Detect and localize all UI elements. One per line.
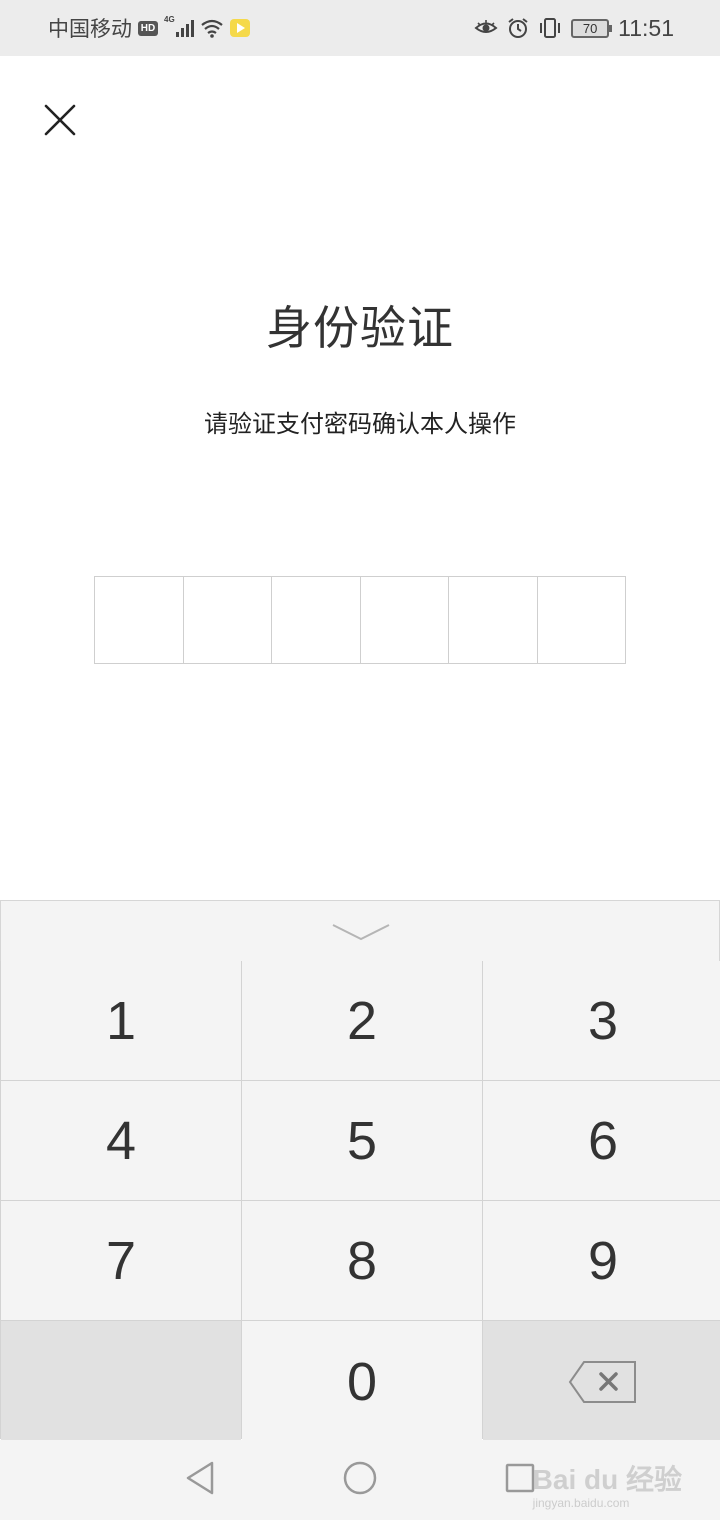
pin-digit-box[interactable] — [272, 577, 361, 663]
eye-comfort-icon — [474, 20, 498, 33]
page-subtitle: 请验证支付密码确认本人操作 — [204, 410, 516, 438]
password-input[interactable] — [94, 576, 626, 664]
carrier-name: 中国移动 — [48, 17, 132, 41]
cell-signal-icon: 4G — [164, 15, 194, 37]
key-6[interactable]: 6 — [483, 1081, 720, 1200]
backspace-icon — [568, 1360, 636, 1403]
status-bar-right: 70 11:51 — [474, 0, 674, 56]
status-bar: 中国移动 HD 4G 70 11:51 — [0, 0, 720, 56]
pin-digit-box[interactable] — [184, 577, 272, 663]
home-circle-icon[interactable] — [342, 1460, 378, 1496]
pin-digit-box[interactable] — [538, 577, 626, 663]
numeric-keypad: 1 2 3 4 5 6 7 8 9 0 — [0, 961, 720, 1442]
pin-digit-box[interactable] — [449, 577, 538, 663]
recent-square-icon[interactable] — [504, 1460, 536, 1496]
key-3[interactable]: 3 — [483, 961, 720, 1080]
pin-digit-box[interactable] — [361, 577, 449, 663]
key-0[interactable]: 0 — [242, 1321, 482, 1442]
vibrate-icon — [540, 18, 561, 38]
key-2[interactable]: 2 — [242, 961, 482, 1080]
pin-digit-box[interactable] — [95, 577, 184, 663]
back-triangle-icon[interactable] — [184, 1460, 216, 1496]
alarm-icon — [508, 18, 528, 38]
hd-badge: HD — [138, 20, 158, 36]
battery-icon: 70 — [571, 18, 613, 38]
key-9[interactable]: 9 — [483, 1201, 720, 1320]
page-title: 身份验证 — [266, 301, 454, 355]
wifi-icon — [201, 19, 223, 38]
watermark-brand: Bai du 经验 — [532, 1464, 682, 1495]
keyboard-collapse-button[interactable] — [0, 900, 720, 962]
backspace-key[interactable] — [483, 1321, 720, 1442]
status-bar-left: 中国移动 HD 4G — [48, 0, 250, 56]
key-7[interactable]: 7 — [1, 1201, 241, 1320]
key-4[interactable]: 4 — [1, 1081, 241, 1200]
network-type: 4G — [164, 15, 175, 24]
close-button[interactable] — [40, 100, 80, 140]
chevron-down-icon — [332, 924, 390, 941]
watermark: Bai du 经验 jingyan.baidu.com — [533, 1458, 682, 1510]
close-icon — [44, 104, 76, 136]
watermark-url: jingyan.baidu.com — [532, 1496, 630, 1510]
key-8[interactable]: 8 — [242, 1201, 482, 1320]
key-blank — [1, 1321, 241, 1442]
key-1[interactable]: 1 — [1, 961, 241, 1080]
video-app-icon — [230, 19, 250, 37]
key-5[interactable]: 5 — [242, 1081, 482, 1200]
clock: 11:51 — [618, 14, 674, 41]
